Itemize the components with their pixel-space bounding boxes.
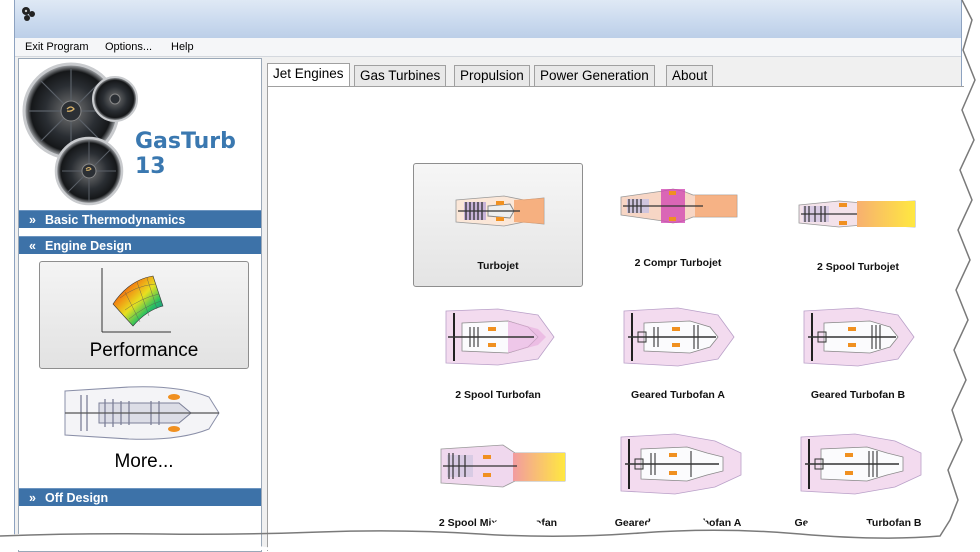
torn-edge-decoration [0,0,980,550]
